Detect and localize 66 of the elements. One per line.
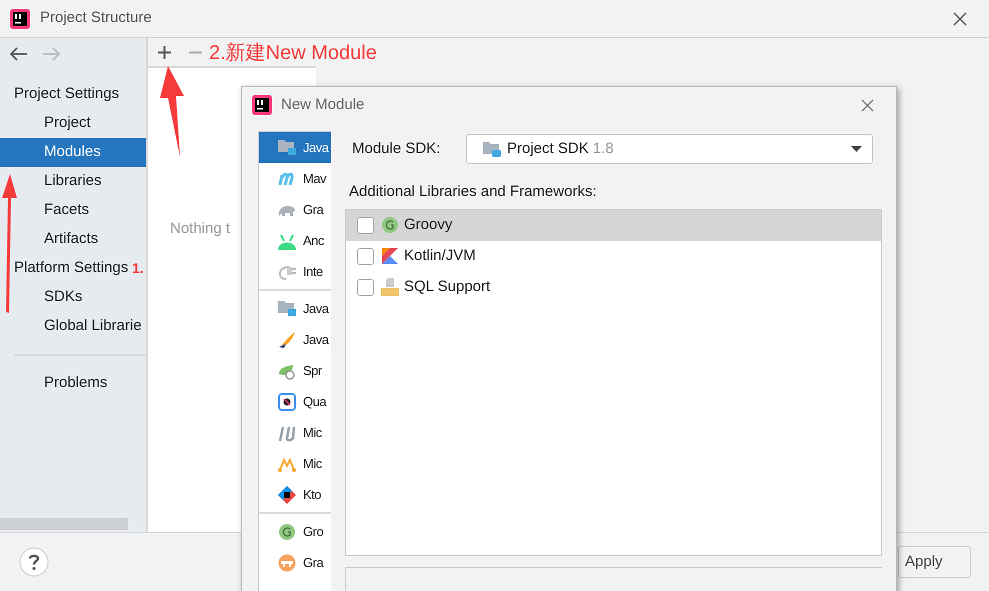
annotation-text: 1. bbox=[132, 261, 144, 275]
section-label: Additional Libraries and Frameworks: bbox=[349, 182, 598, 202]
app-logo-icon bbox=[252, 95, 272, 115]
close-icon[interactable] bbox=[861, 98, 874, 112]
forward-arrow-icon[interactable] bbox=[42, 47, 60, 61]
library-label: SQL Support bbox=[404, 276, 490, 297]
sidebar-item[interactable]: SDKs bbox=[44, 283, 82, 312]
flame-icon bbox=[278, 330, 296, 348]
module-type-item[interactable]: Mic bbox=[259, 448, 331, 479]
sidebar-item[interactable]: Facets bbox=[44, 196, 90, 225]
module-type-item[interactable]: Gro bbox=[259, 516, 331, 547]
add-icon[interactable] bbox=[158, 46, 171, 58]
sidebar-item[interactable]: Libraries bbox=[44, 167, 102, 196]
checkbox[interactable] bbox=[357, 248, 374, 264]
module-type-item[interactable]: Mic bbox=[259, 417, 331, 448]
square-icon bbox=[278, 392, 296, 410]
circle-icon bbox=[278, 522, 296, 540]
sidebar-item[interactable]: Artifacts bbox=[44, 225, 98, 254]
module-type-item[interactable]: Java bbox=[259, 324, 331, 355]
field-label: Module SDK: bbox=[352, 138, 442, 159]
module-type-item[interactable]: Java bbox=[259, 132, 331, 163]
library-label: Groovy bbox=[404, 214, 452, 235]
module-type-item[interactable]: Inte bbox=[259, 256, 331, 287]
module-type-item[interactable]: Spr bbox=[259, 355, 331, 386]
library-row[interactable]: SQL Support bbox=[346, 272, 881, 302]
folder-icon bbox=[278, 300, 296, 318]
module-type-item[interactable]: Mav bbox=[259, 163, 331, 194]
folder-icon bbox=[278, 138, 296, 156]
sidebar-item[interactable]: Project bbox=[44, 109, 91, 138]
module-type-item[interactable]: Java bbox=[259, 293, 331, 324]
document-icon bbox=[381, 278, 399, 296]
kotlin-icon bbox=[381, 247, 399, 265]
apply-button[interactable]: Apply bbox=[898, 546, 971, 578]
app-logo-icon bbox=[10, 8, 30, 28]
sidebar-item[interactable]: Problems bbox=[44, 369, 108, 398]
sidebar-item[interactable]: Modules bbox=[0, 138, 146, 167]
dialog-title: New Module bbox=[281, 94, 364, 115]
back-arrow-icon[interactable] bbox=[10, 47, 28, 61]
empty-message: Nothing t bbox=[170, 220, 230, 237]
close-icon[interactable] bbox=[953, 12, 967, 26]
window-title: Project Structure bbox=[40, 8, 152, 28]
sidebar-item[interactable]: Global Librarie bbox=[44, 312, 142, 341]
help-icon[interactable] bbox=[19, 547, 49, 577]
sdk-version: 1.8 bbox=[592, 138, 614, 159]
circle-icon bbox=[278, 554, 296, 572]
module-type-item[interactable]: Kto bbox=[259, 479, 331, 510]
module-type-item[interactable]: Anc bbox=[259, 225, 331, 256]
library-row[interactable]: Kotlin/JVM bbox=[346, 240, 881, 272]
checkbox[interactable] bbox=[357, 278, 374, 296]
diamond-icon bbox=[278, 486, 296, 504]
sdk-dropdown[interactable]: Project SDK 1.8 bbox=[466, 134, 873, 164]
library-row[interactable]: Groovy bbox=[346, 210, 881, 240]
scrollbar[interactable] bbox=[0, 518, 128, 530]
circle-icon bbox=[381, 216, 399, 234]
sdk-value: Project SDK bbox=[507, 138, 589, 159]
checkbox[interactable] bbox=[357, 216, 374, 234]
dropdown-caret-icon bbox=[851, 146, 862, 152]
module-type-item[interactable]: Gra bbox=[259, 547, 331, 578]
section-heading: Platform Settings bbox=[14, 258, 128, 278]
annotation-text: 2.新建New Module bbox=[209, 41, 377, 66]
module-type-item[interactable]: Gra bbox=[259, 194, 331, 225]
robot-icon bbox=[278, 232, 296, 250]
library-label: Kotlin/JVM bbox=[404, 246, 476, 266]
module-type-item[interactable]: Qua bbox=[259, 386, 331, 417]
folder-icon bbox=[483, 141, 501, 157]
section-heading: Project Settings bbox=[14, 84, 120, 104]
